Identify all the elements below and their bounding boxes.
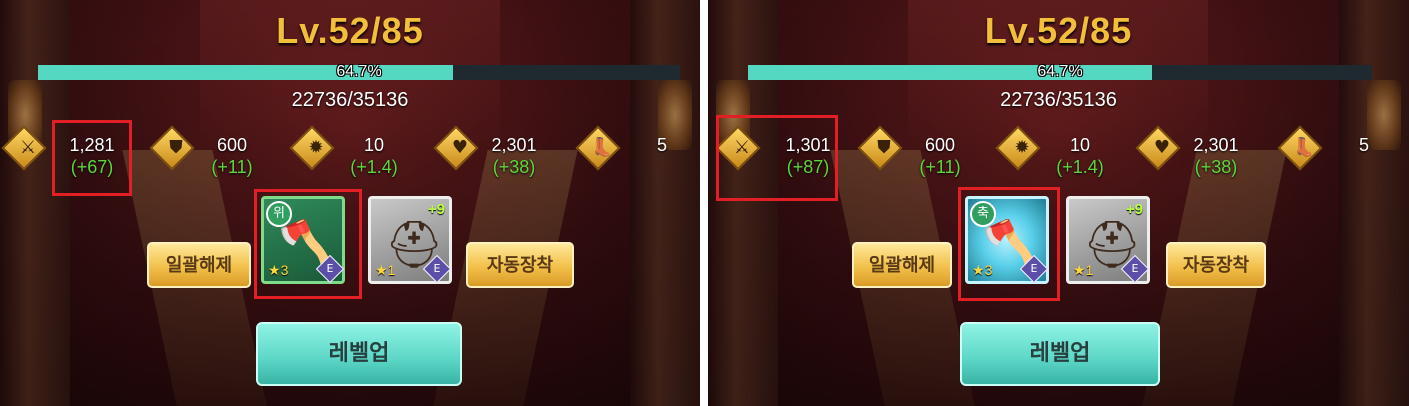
stat-value: 10 xyxy=(363,135,385,155)
stat-value: 10 xyxy=(1069,135,1091,155)
weapon-highlight-box xyxy=(958,187,1060,301)
stat-health: ♥ 2,301 (+38) xyxy=(1135,125,1272,182)
stat-health: ♥ 2,301 (+38) xyxy=(433,125,570,182)
grade-icon: E xyxy=(1120,254,1150,284)
attack-highlight-box xyxy=(716,115,838,201)
level-label: Lv.52/85 xyxy=(276,10,424,51)
grade-icon: E xyxy=(422,254,452,284)
star-icon: ★ xyxy=(1073,262,1086,278)
helmet-slot[interactable]: +9 ⛑ ★1 E xyxy=(1066,196,1150,284)
helmet-enhance: +9 xyxy=(1125,201,1143,218)
xp-percent: 64.7% xyxy=(336,63,382,80)
level-up-button[interactable]: 레벨업 xyxy=(256,322,462,386)
stat-value: 600 xyxy=(216,135,248,155)
auto-equip-button[interactable]: 자동장착 xyxy=(466,242,574,288)
stat-critical: ✹ 10 (+1.4) xyxy=(289,125,426,182)
right-panel: Lv.52/85 64.7% 22736/35136 ⚔ 1,301 (+87)… xyxy=(708,0,1409,406)
helmet-enhance: +9 xyxy=(427,201,445,218)
stat-delta: (+1.4) xyxy=(1056,157,1104,177)
level-label: Lv.52/85 xyxy=(984,10,1133,51)
stat-speed: 👢 5 xyxy=(1277,125,1384,182)
auto-equip-button[interactable]: 자동장착 xyxy=(1166,242,1266,288)
stat-value: 5 xyxy=(656,135,667,155)
helmet-slot[interactable]: +9 ⛑ ★1 E xyxy=(368,196,452,284)
helmet-stars: 1 xyxy=(1085,262,1094,278)
unequip-all-button[interactable]: 일괄해제 xyxy=(852,242,952,288)
stat-defense: ⛊ 600 (+11) xyxy=(149,125,276,182)
stat-critical: ✹ 10 (+1.4) xyxy=(995,125,1132,182)
xp-count: 22736/35136 xyxy=(291,89,409,111)
background-pillar xyxy=(630,0,700,406)
level-up-button[interactable]: 레벨업 xyxy=(960,322,1160,386)
stat-value: 2,301 xyxy=(491,135,537,155)
left-panel: Lv.52/85 64.7% 22736/35136 ⚔ 1,281 (+67)… xyxy=(0,0,700,406)
helmet-stars: 1 xyxy=(387,262,396,278)
stat-delta: (+11) xyxy=(211,157,253,177)
weapon-highlight-box xyxy=(254,189,362,299)
background-pillar xyxy=(0,0,70,406)
xp-bar: 64.7% xyxy=(748,63,1372,80)
background-pillar xyxy=(1339,0,1409,406)
stat-speed: 👢 5 xyxy=(575,125,682,182)
attack-highlight-box xyxy=(52,120,132,196)
stat-value: 5 xyxy=(1358,135,1369,155)
stat-value: 2,301 xyxy=(1193,135,1239,155)
xp-bar: 64.7% xyxy=(38,63,680,80)
stat-delta: (+38) xyxy=(1194,157,1238,177)
star-icon: ★ xyxy=(375,262,388,278)
stat-defense: ⛊ 600 (+11) xyxy=(857,125,984,182)
stat-value: 600 xyxy=(924,135,956,155)
stat-delta: (+11) xyxy=(919,157,961,177)
background-pillar xyxy=(708,0,778,406)
unequip-all-button[interactable]: 일괄해제 xyxy=(147,242,251,288)
stat-delta: (+38) xyxy=(492,157,536,177)
xp-count: 22736/35136 xyxy=(1000,89,1117,111)
xp-percent: 64.7% xyxy=(1037,63,1083,80)
stat-delta: (+1.4) xyxy=(350,157,398,177)
